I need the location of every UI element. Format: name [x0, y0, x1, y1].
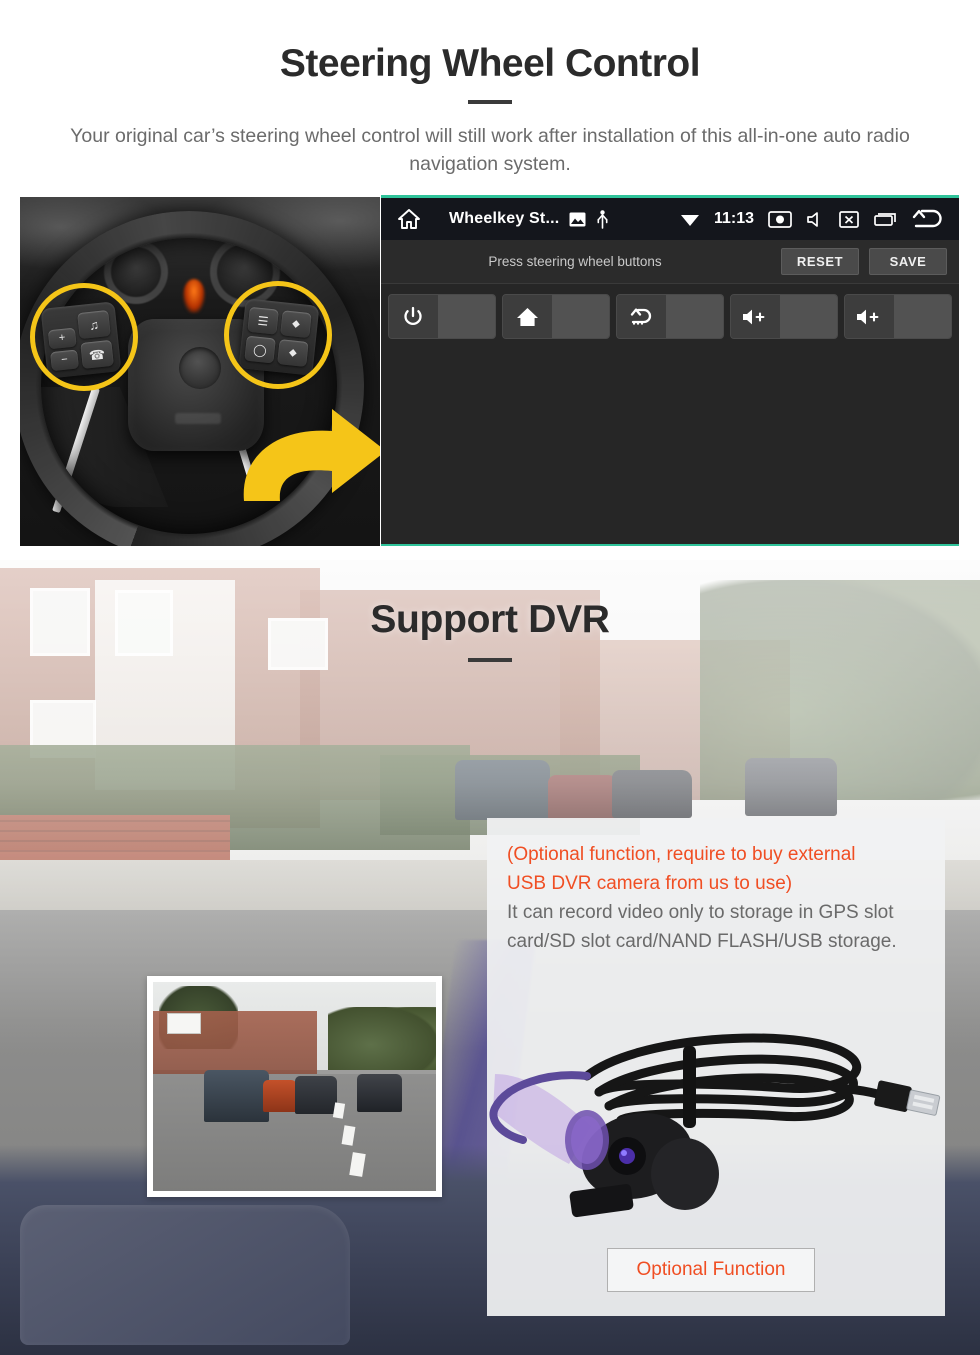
hub-badge [175, 413, 221, 424]
app-title: Wheelkey St... [449, 210, 560, 227]
yellow-arrow-icon [236, 397, 380, 507]
key-cell-assign-slot[interactable] [551, 295, 609, 338]
dvr-body-text: It can record video only to storage in G… [507, 902, 897, 952]
dvr-highlight-line2: USB DVR camera from us to use) [507, 873, 793, 894]
parked-car [745, 758, 837, 816]
dvr-highlight-line1: (Optional function, require to buy exter… [507, 844, 856, 865]
page-root: Steering Wheel Control Your original car… [0, 0, 980, 1355]
close-app-icon[interactable] [839, 210, 859, 229]
parked-car [612, 770, 692, 818]
power-icon [389, 295, 438, 338]
back-icon [617, 295, 666, 338]
instruction-row: Press steering wheel buttons RESET SAVE [381, 240, 959, 284]
clock: 11:13 [713, 210, 754, 227]
recents-icon[interactable] [873, 211, 897, 227]
dvr-info-text: (Optional function, require to buy exter… [507, 840, 927, 956]
usb-icon [596, 209, 609, 229]
android-status-bar: Wheelkey St... 11:13 [381, 198, 959, 240]
dashcam-recording-thumbnail [147, 976, 442, 1197]
thumb-sign [167, 1013, 202, 1035]
support-dvr-section: Support DVR (Optional function, require … [0, 560, 980, 1355]
wheelkey-study-app-panel: Wheelkey St... 11:13 Press steering whee… [381, 195, 959, 546]
mute-speaker-icon[interactable] [806, 210, 825, 229]
key-cell-volume-up-1[interactable] [730, 294, 838, 339]
highlight-circle-right [224, 281, 332, 389]
thumb-car-suv [203, 1069, 270, 1123]
thumbnail-image [153, 982, 436, 1191]
thumb-car-red [263, 1080, 298, 1112]
dashboard-panel [20, 1205, 350, 1345]
thumb-car-dark2 [356, 1073, 403, 1112]
page-subtitle: Your original car’s steering wheel contr… [70, 125, 910, 175]
key-cell-assign-slot[interactable] [665, 295, 723, 338]
usb-dvr-camera-product-photo [487, 988, 945, 1238]
section-title-underline [468, 658, 512, 662]
steering-wheel-control-section: Steering Wheel Control Your original car… [0, 0, 980, 560]
home-icon [503, 295, 552, 338]
highlight-circle-left [30, 283, 138, 391]
status-bar-right-group: 11:13 [680, 208, 949, 230]
wheelkey-mapping-grid [381, 284, 959, 339]
thumb-car-dark [294, 1076, 337, 1114]
steering-wheel-photo: + − ♫ ☎ ☰ ◯ ◆ ◆ [20, 197, 380, 546]
image-icon [569, 212, 586, 227]
key-cell-home[interactable] [502, 294, 610, 339]
instruction-label: Press steering wheel buttons [488, 254, 662, 269]
thumb-lane-marking [341, 1125, 356, 1146]
key-cell-assign-slot[interactable] [779, 295, 837, 338]
dvr-info-card: (Optional function, require to buy exter… [487, 818, 945, 1316]
key-cell-back[interactable] [616, 294, 724, 339]
title-underline [468, 100, 512, 104]
optional-function-button[interactable]: Optional Function [607, 1248, 815, 1292]
page-title: Steering Wheel Control [279, 42, 701, 85]
back-arrow-icon[interactable] [911, 208, 945, 230]
thumb-trees [328, 1007, 436, 1070]
key-cell-volume-up-2[interactable] [844, 294, 952, 339]
key-cell-assign-slot[interactable] [893, 295, 951, 338]
parked-car [455, 760, 550, 820]
home-icon[interactable] [397, 207, 421, 231]
screenshot-icon[interactable] [768, 210, 792, 229]
parked-car [548, 775, 618, 820]
volume-up-icon [731, 295, 780, 338]
key-cell-assign-slot[interactable] [437, 295, 495, 338]
volume-up-icon [845, 295, 894, 338]
section-title: Support DVR [370, 598, 610, 641]
key-cell-power[interactable] [388, 294, 496, 339]
airbag-emblem [179, 347, 221, 389]
wifi-icon [680, 211, 700, 227]
